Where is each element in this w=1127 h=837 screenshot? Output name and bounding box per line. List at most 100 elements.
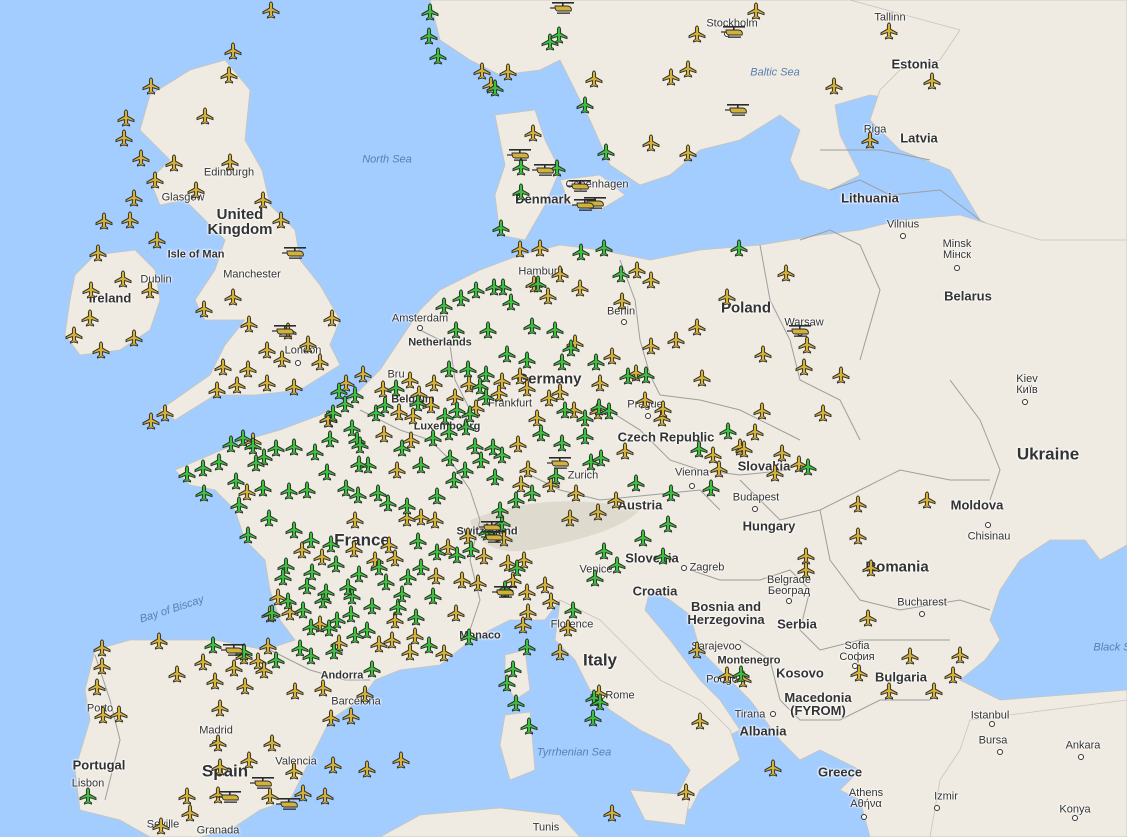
aircraft-airborne-icon[interactable] [531, 239, 549, 257]
aircraft-ground-icon[interactable] [330, 382, 348, 400]
aircraft-airborne-icon[interactable] [766, 464, 784, 482]
aircraft-ground-icon[interactable] [799, 458, 817, 476]
aircraft-airborne-icon[interactable] [239, 360, 257, 378]
aircraft-airborne-icon[interactable] [141, 281, 159, 299]
aircraft-ground-icon[interactable] [194, 459, 212, 477]
aircraft-ground-icon[interactable] [320, 619, 338, 637]
aircraft-ground-icon[interactable] [504, 660, 522, 678]
aircraft-ground-icon[interactable] [460, 628, 478, 646]
aircraft-airborne-icon[interactable] [117, 109, 135, 127]
aircraft-ground-icon[interactable] [529, 275, 547, 293]
aircraft-airborne-icon[interactable] [691, 712, 709, 730]
aircraft-ground-icon[interactable] [324, 404, 342, 422]
aircraft-ground-icon[interactable] [222, 435, 240, 453]
aircraft-airborne-icon[interactable] [688, 25, 706, 43]
aircraft-ground-icon[interactable] [204, 636, 222, 654]
aircraft-ground-icon[interactable] [409, 394, 427, 412]
aircraft-airborne-icon[interactable] [551, 643, 569, 661]
aircraft-ground-icon[interactable] [424, 429, 442, 447]
aircraft-ground-icon[interactable] [377, 573, 395, 591]
helicopter-icon[interactable] [507, 148, 533, 162]
aircraft-ground-icon[interactable] [523, 317, 541, 335]
helicopter-icon[interactable] [481, 530, 507, 544]
aircraft-airborne-icon[interactable] [224, 42, 242, 60]
aircraft-airborne-icon[interactable] [354, 365, 372, 383]
aircraft-ground-icon[interactable] [298, 577, 316, 595]
aircraft-ground-icon[interactable] [285, 438, 303, 456]
aircraft-ground-icon[interactable] [349, 486, 367, 504]
aircraft-ground-icon[interactable] [429, 47, 447, 65]
aircraft-airborne-icon[interactable] [747, 2, 765, 20]
aircraft-airborne-icon[interactable] [82, 281, 100, 299]
aircraft-ground-icon[interactable] [79, 787, 97, 805]
aircraft-airborne-icon[interactable] [654, 400, 672, 418]
aircraft-ground-icon[interactable] [595, 239, 613, 257]
aircraft-airborne-icon[interactable] [849, 495, 867, 513]
aircraft-airborne-icon[interactable] [92, 341, 110, 359]
aircraft-ground-icon[interactable] [379, 494, 397, 512]
aircraft-airborne-icon[interactable] [323, 309, 341, 327]
aircraft-airborne-icon[interactable] [263, 734, 281, 752]
aircraft-airborne-icon[interactable] [401, 643, 419, 661]
aircraft-ground-icon[interactable] [239, 526, 257, 544]
aircraft-ground-icon[interactable] [564, 601, 582, 619]
aircraft-ground-icon[interactable] [493, 446, 511, 464]
aircraft-airborne-icon[interactable] [849, 527, 867, 545]
aircraft-ground-icon[interactable] [553, 434, 571, 452]
aircraft-airborne-icon[interactable] [735, 440, 753, 458]
aircraft-airborne-icon[interactable] [561, 509, 579, 527]
aircraft-ground-icon[interactable] [350, 455, 368, 473]
aircraft-ground-icon[interactable] [393, 439, 411, 457]
aircraft-airborne-icon[interactable] [146, 171, 164, 189]
aircraft-airborne-icon[interactable] [509, 435, 527, 453]
aircraft-ground-icon[interactable] [420, 636, 438, 654]
aircraft-airborne-icon[interactable] [551, 383, 569, 401]
aircraft-ground-icon[interactable] [363, 660, 381, 678]
aircraft-airborne-icon[interactable] [181, 804, 199, 822]
aircraft-ground-icon[interactable] [445, 471, 463, 489]
aircraft-ground-icon[interactable] [440, 360, 458, 378]
aircraft-airborne-icon[interactable] [89, 244, 107, 262]
aircraft-airborne-icon[interactable] [142, 412, 160, 430]
aircraft-airborne-icon[interactable] [225, 659, 243, 677]
aircraft-airborne-icon[interactable] [518, 583, 536, 601]
aircraft-airborne-icon[interactable] [345, 540, 363, 558]
aircraft-ground-icon[interactable] [363, 597, 381, 615]
aircraft-ground-icon[interactable] [507, 491, 525, 509]
aircraft-ground-icon[interactable] [523, 484, 541, 502]
aircraft-airborne-icon[interactable] [880, 22, 898, 40]
aircraft-airborne-icon[interactable] [453, 571, 471, 589]
aircraft-airborne-icon[interactable] [754, 345, 772, 363]
helicopter-icon[interactable] [725, 103, 751, 117]
aircraft-airborne-icon[interactable] [591, 374, 609, 392]
aircraft-airborne-icon[interactable] [388, 461, 406, 479]
helicopter-icon[interactable] [550, 1, 576, 15]
aircraft-ground-icon[interactable] [587, 353, 605, 371]
aircraft-ground-icon[interactable] [719, 422, 737, 440]
aircraft-ground-icon[interactable] [342, 605, 360, 623]
aircraft-airborne-icon[interactable] [795, 358, 813, 376]
aircraft-airborne-icon[interactable] [224, 288, 242, 306]
aircraft-airborne-icon[interactable] [258, 374, 276, 392]
aircraft-airborne-icon[interactable] [262, 1, 280, 19]
aircraft-ground-icon[interactable] [491, 501, 509, 519]
aircraft-ground-icon[interactable] [350, 565, 368, 583]
aircraft-airborne-icon[interactable] [880, 682, 898, 700]
aircraft-airborne-icon[interactable] [616, 442, 634, 460]
aircraft-ground-icon[interactable] [459, 360, 477, 378]
aircraft-airborne-icon[interactable] [346, 511, 364, 529]
aircraft-ground-icon[interactable] [634, 529, 652, 547]
aircraft-ground-icon[interactable] [547, 467, 565, 485]
aircraft-ground-icon[interactable] [576, 96, 594, 114]
aircraft-ground-icon[interactable] [279, 592, 297, 610]
aircraft-airborne-icon[interactable] [208, 381, 226, 399]
aircraft-ground-icon[interactable] [595, 542, 613, 560]
aircraft-ground-icon[interactable] [440, 423, 458, 441]
aircraft-ground-icon[interactable] [507, 694, 525, 712]
aircraft-ground-icon[interactable] [178, 465, 196, 483]
aircraft-airborne-icon[interactable] [693, 369, 711, 387]
aircraft-ground-icon[interactable] [306, 443, 324, 461]
aircraft-ground-icon[interactable] [619, 367, 637, 385]
helicopter-icon[interactable] [532, 163, 558, 177]
aircraft-airborne-icon[interactable] [240, 315, 258, 333]
